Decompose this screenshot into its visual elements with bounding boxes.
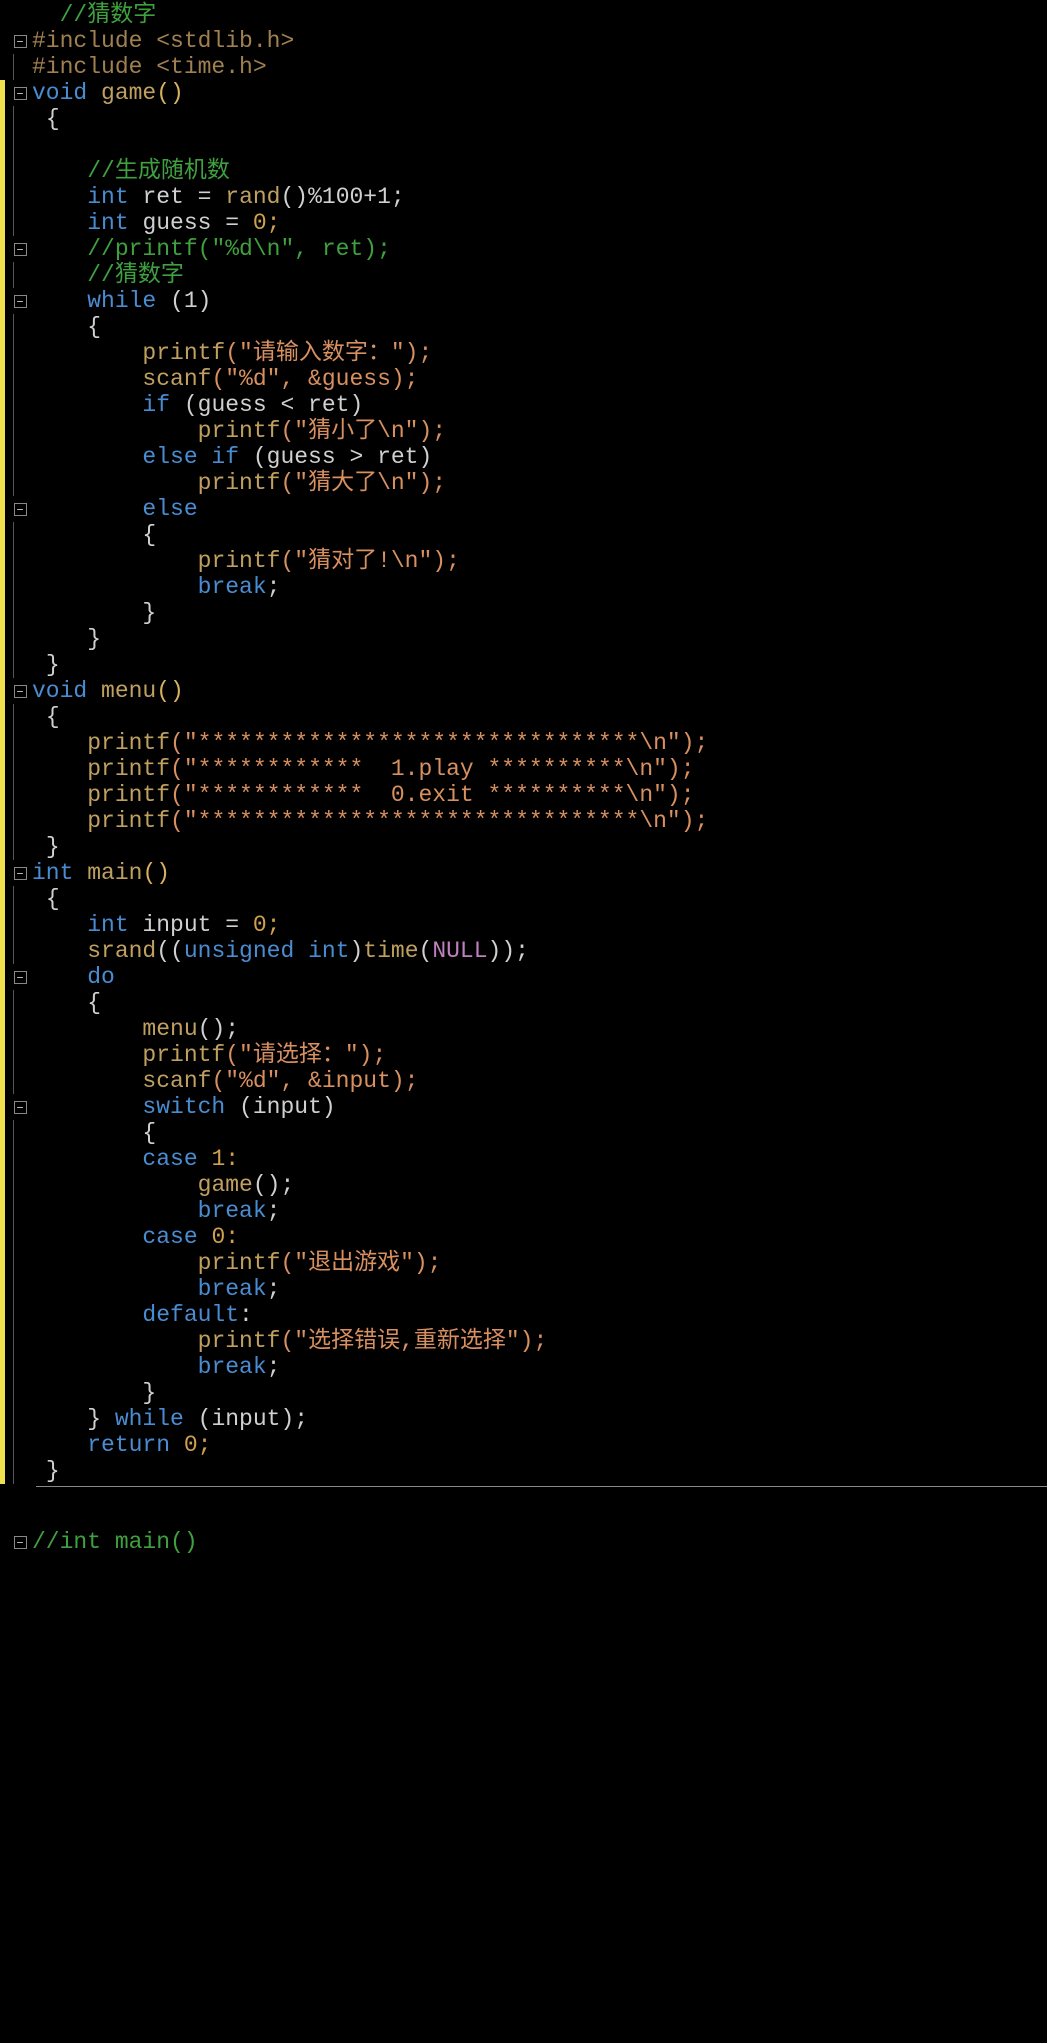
fold-icon[interactable]: −: [14, 867, 27, 880]
code-line[interactable]: #include <time.h>: [32, 54, 1047, 80]
code-line[interactable]: //生成随机数: [32, 158, 1047, 184]
code-line[interactable]: //猜数字: [32, 2, 1047, 28]
code-line[interactable]: game();: [32, 1172, 1047, 1198]
code-line[interactable]: srand((unsigned int)time(NULL));: [32, 938, 1047, 964]
code-line[interactable]: printf("********************************…: [32, 808, 1047, 834]
code-line[interactable]: //猜数字: [32, 262, 1047, 288]
code-line[interactable]: break;: [32, 1354, 1047, 1380]
code-line[interactable]: do: [32, 964, 1047, 990]
code-line[interactable]: menu();: [32, 1016, 1047, 1042]
code-line[interactable]: printf("************ 1.play **********\n…: [32, 756, 1047, 782]
code-line[interactable]: {: [32, 886, 1047, 912]
code-line[interactable]: printf("猜对了!\n");: [32, 548, 1047, 574]
code-line[interactable]: switch (input): [32, 1094, 1047, 1120]
code-line[interactable]: break;: [32, 1276, 1047, 1302]
code-line[interactable]: printf("************ 0.exit **********\n…: [32, 782, 1047, 808]
code-line[interactable]: [32, 132, 1047, 158]
code-line[interactable]: {: [32, 704, 1047, 730]
code-line[interactable]: }: [32, 1380, 1047, 1406]
code-line[interactable]: printf("请选择：");: [32, 1042, 1047, 1068]
code-line[interactable]: {: [32, 314, 1047, 340]
code-line[interactable]: {: [32, 106, 1047, 132]
code-line[interactable]: case 1:: [32, 1146, 1047, 1172]
code-line[interactable]: int main(): [32, 860, 1047, 886]
code-line[interactable]: } while (input);: [32, 1406, 1047, 1432]
code-line[interactable]: default:: [32, 1302, 1047, 1328]
fold-icon[interactable]: −: [14, 243, 27, 256]
code-line[interactable]: printf("选择错误,重新选择");: [32, 1328, 1047, 1354]
code-line[interactable]: {: [32, 1120, 1047, 1146]
code-line[interactable]: break;: [32, 574, 1047, 600]
code-editor-bottom[interactable]: − //int main(): [0, 1527, 1047, 1555]
code-line[interactable]: }: [32, 834, 1047, 860]
code-line[interactable]: }: [32, 1458, 1047, 1484]
code-line[interactable]: return 0;: [32, 1432, 1047, 1458]
code-editor[interactable]: − − − − − − − −: [0, 0, 1047, 1484]
code-line[interactable]: break;: [32, 1198, 1047, 1224]
code-line[interactable]: }: [32, 600, 1047, 626]
fold-icon[interactable]: −: [14, 35, 27, 48]
code-line[interactable]: printf("猜小了\n");: [32, 418, 1047, 444]
code-line[interactable]: case 0:: [32, 1224, 1047, 1250]
code-line[interactable]: int input = 0;: [32, 912, 1047, 938]
code-line[interactable]: printf("********************************…: [32, 730, 1047, 756]
code-line[interactable]: #include <stdlib.h>: [32, 28, 1047, 54]
fold-icon[interactable]: −: [14, 87, 27, 100]
fold-icon[interactable]: −: [14, 295, 27, 308]
code-line[interactable]: }: [32, 652, 1047, 678]
code-line[interactable]: printf("请输入数字：");: [32, 340, 1047, 366]
code-line[interactable]: scanf("%d", &guess);: [32, 366, 1047, 392]
code-area[interactable]: //猜数字 #include <stdlib.h> #include <time…: [32, 0, 1047, 1484]
code-line[interactable]: //printf("%d\n", ret);: [32, 236, 1047, 262]
gutter: −: [0, 1527, 32, 1555]
code-line[interactable]: void game(): [32, 80, 1047, 106]
code-line[interactable]: scanf("%d", &input);: [32, 1068, 1047, 1094]
fold-icon[interactable]: −: [14, 1101, 27, 1114]
fold-icon[interactable]: −: [14, 503, 27, 516]
code-line[interactable]: {: [32, 522, 1047, 548]
fold-icon[interactable]: −: [14, 1536, 27, 1549]
code-line[interactable]: else if (guess > ret): [32, 444, 1047, 470]
code-line[interactable]: else: [32, 496, 1047, 522]
code-line[interactable]: int ret = rand()%100+1;: [32, 184, 1047, 210]
code-line[interactable]: }: [32, 626, 1047, 652]
code-line[interactable]: int guess = 0;: [32, 210, 1047, 236]
gutter: − − − − − − − −: [0, 0, 32, 1484]
code-line[interactable]: if (guess < ret): [32, 392, 1047, 418]
code-line[interactable]: void menu(): [32, 678, 1047, 704]
fold-icon[interactable]: −: [14, 685, 27, 698]
code-line[interactable]: printf("猜大了\n");: [32, 470, 1047, 496]
code-line[interactable]: {: [32, 990, 1047, 1016]
code-line[interactable]: while (1): [32, 288, 1047, 314]
code-line[interactable]: //int main(): [32, 1529, 1047, 1555]
code-line[interactable]: printf("退出游戏");: [32, 1250, 1047, 1276]
fold-icon[interactable]: −: [14, 971, 27, 984]
